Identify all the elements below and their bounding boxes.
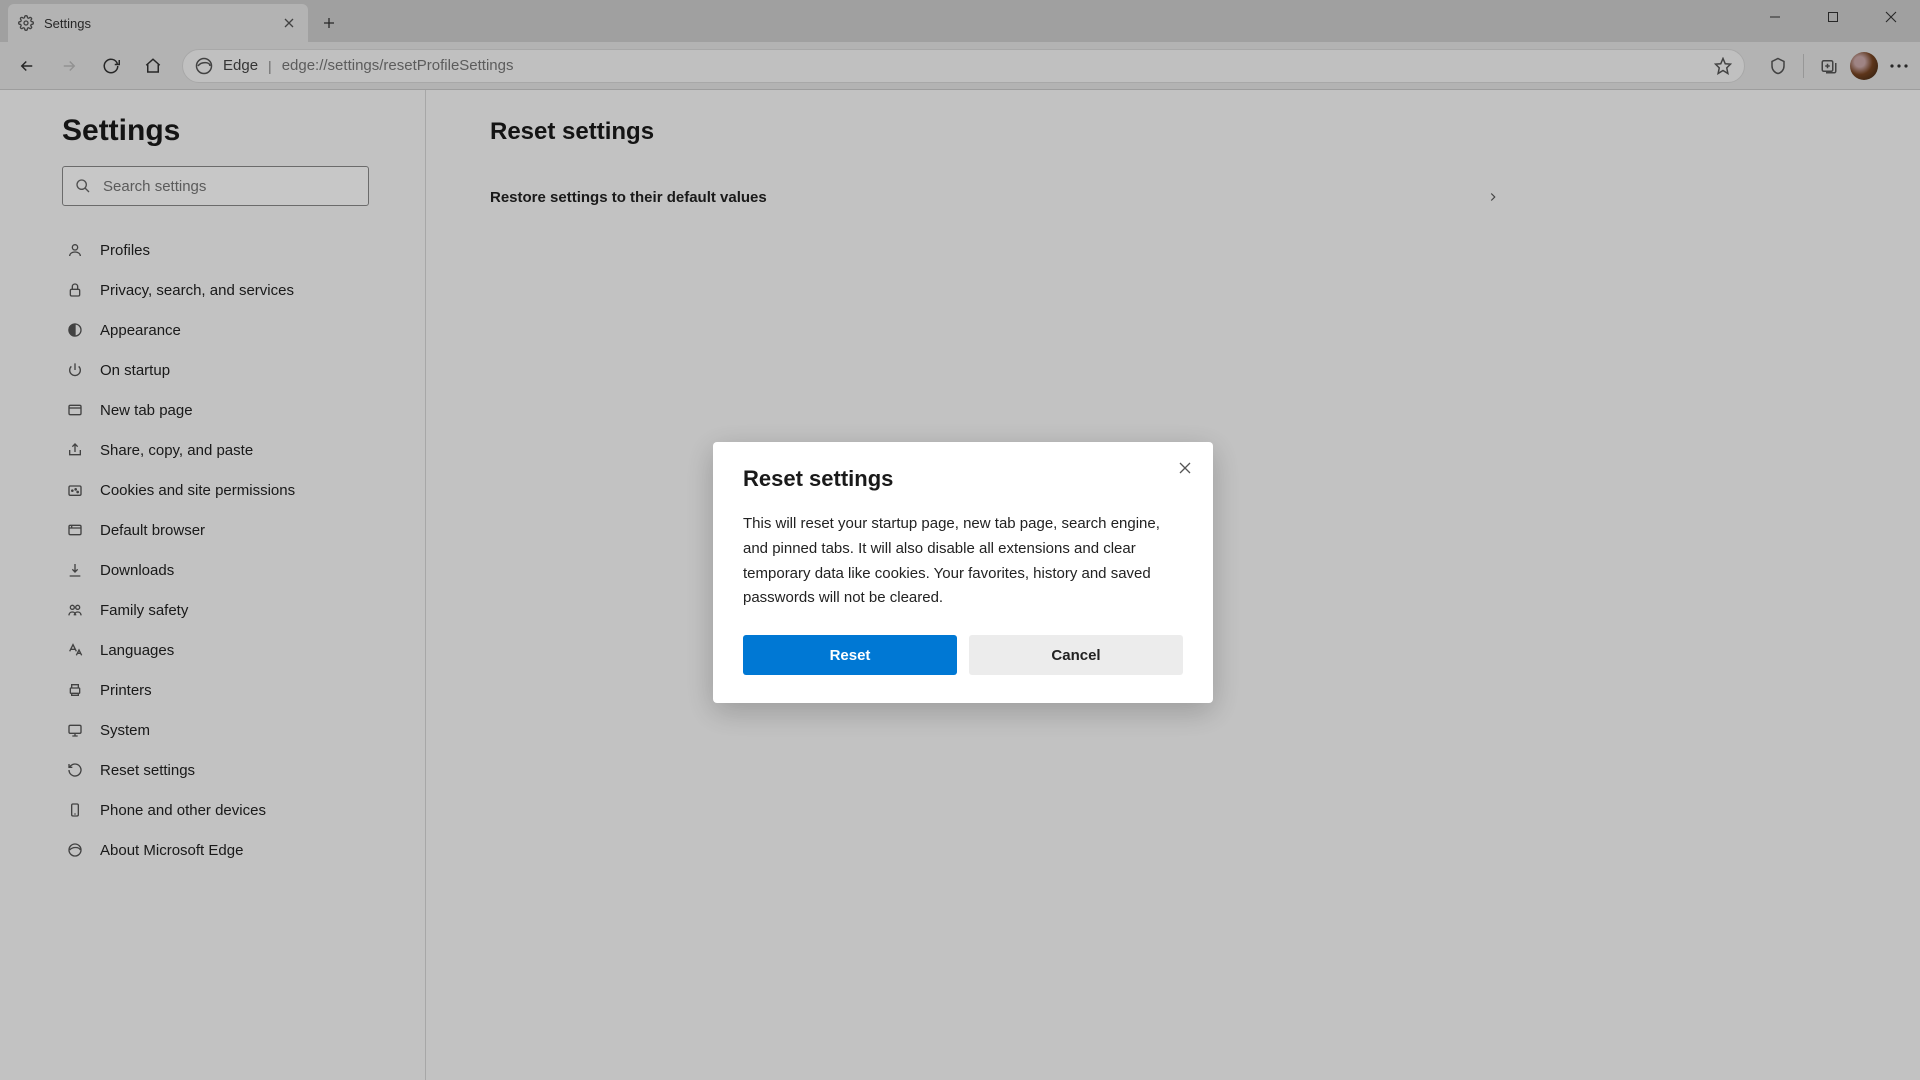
dialog-body: This will reset your startup page, new t… bbox=[743, 512, 1183, 611]
dialog-title: Reset settings bbox=[743, 466, 1183, 492]
dialog-close-button[interactable] bbox=[1173, 456, 1197, 480]
dialog-buttons: Reset Cancel bbox=[743, 635, 1183, 675]
reset-settings-dialog: Reset settings This will reset your star… bbox=[713, 442, 1213, 703]
cancel-button[interactable]: Cancel bbox=[969, 635, 1183, 675]
reset-button[interactable]: Reset bbox=[743, 635, 957, 675]
